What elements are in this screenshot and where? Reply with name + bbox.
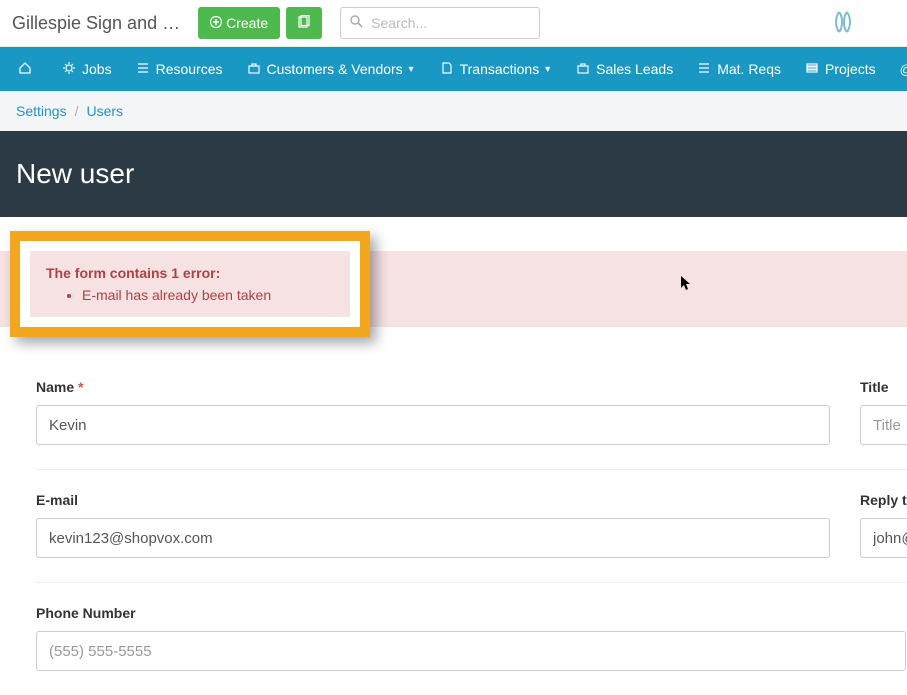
page-title: New user (16, 158, 134, 190)
search-icon (350, 15, 363, 31)
nav-label: Resources (156, 61, 223, 77)
nav-customers-vendors[interactable]: Customers & Vendors ▼ (235, 47, 428, 91)
phone-label: Phone Number (36, 605, 906, 621)
alert-item: E-mail has already been taken (82, 287, 334, 303)
form-row-name: Name * Title (36, 357, 907, 469)
alert-error: The form contains 1 error: E-mail has al… (30, 251, 350, 317)
chevron-down-icon: ▼ (543, 64, 552, 74)
required-asterisk: * (78, 379, 83, 395)
create-button[interactable]: Create (198, 7, 280, 39)
name-field[interactable] (36, 405, 830, 445)
alert-title: The form contains 1 error: (46, 265, 334, 281)
error-highlight-border: The form contains 1 error: E-mail has al… (10, 231, 370, 337)
nav-mat-reqs[interactable]: Mat. Reqs (685, 47, 793, 91)
stack-icon (805, 61, 819, 78)
form: Name * Title E-mail Reply to Phone Numbe… (0, 357, 907, 695)
name-label: Name * (36, 379, 830, 395)
copy-icon (297, 15, 311, 32)
page-header: New user (0, 131, 907, 217)
list-icon (136, 61, 150, 78)
nav-home[interactable] (6, 47, 50, 91)
list-icon (697, 61, 711, 78)
app-logo (829, 8, 857, 36)
create-label: Create (226, 15, 268, 31)
briefcase-icon (247, 61, 261, 78)
nav-label: Jobs (82, 61, 112, 77)
nav-resources[interactable]: Resources (124, 47, 235, 91)
form-row-phone: Phone Number (36, 582, 907, 695)
nav-jobs[interactable]: Jobs (50, 47, 124, 91)
phone-field[interactable] (36, 631, 906, 671)
briefcase-icon (576, 61, 590, 78)
navbar: Jobs Resources Customers & Vendors ▼ Tra… (0, 47, 907, 91)
breadcrumb-users[interactable]: Users (86, 103, 123, 119)
topbar: Gillespie Sign and … Create (0, 0, 907, 47)
home-icon (18, 61, 32, 78)
at-icon: @ (900, 62, 907, 77)
nav-sales-leads[interactable]: Sales Leads (564, 47, 685, 91)
plus-icon (210, 15, 222, 31)
form-row-email: E-mail Reply to (36, 469, 907, 582)
title-label: Title (860, 379, 907, 395)
company-name: Gillespie Sign and … (12, 13, 180, 34)
error-highlight-wrap: The form contains 1 error: E-mail has al… (10, 231, 370, 337)
nav-label: Customers & Vendors (267, 61, 403, 77)
nav-label: Projects (825, 61, 876, 77)
alert-list: E-mail has already been taken (46, 287, 334, 303)
replyto-label: Reply to (860, 492, 907, 508)
copy-button[interactable] (286, 7, 322, 39)
email-field[interactable] (36, 518, 830, 558)
doc-icon (440, 61, 454, 78)
search-wrap (340, 7, 540, 39)
nav-mail[interactable]: @ Mai (888, 47, 907, 91)
gear-icon (62, 61, 76, 78)
email-label: E-mail (36, 492, 830, 508)
nav-label: Transactions (460, 61, 540, 77)
breadcrumb-sep: / (75, 103, 79, 119)
content: The form contains 1 error: E-mail has al… (0, 231, 907, 695)
title-field[interactable] (860, 405, 907, 445)
nav-transactions[interactable]: Transactions ▼ (428, 47, 565, 91)
chevron-down-icon: ▼ (407, 64, 416, 74)
breadcrumb: Settings / Users (0, 91, 907, 131)
breadcrumb-settings[interactable]: Settings (16, 103, 67, 119)
replyto-field[interactable] (860, 518, 907, 558)
nav-label: Mat. Reqs (717, 61, 781, 77)
nav-label: Sales Leads (596, 61, 673, 77)
search-input[interactable] (340, 7, 540, 39)
nav-projects[interactable]: Projects (793, 47, 888, 91)
